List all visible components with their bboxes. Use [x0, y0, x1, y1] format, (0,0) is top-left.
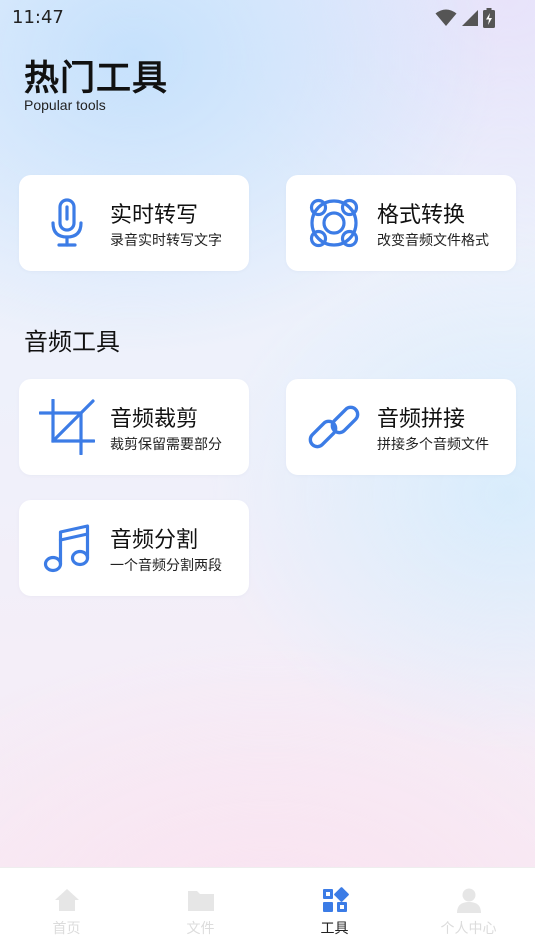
nav-item-files[interactable]: 文件 — [134, 868, 267, 952]
tools-grid-icon — [321, 886, 349, 914]
card-title: 音频裁剪 — [110, 407, 199, 432]
nav-label: 个人中心 — [440, 921, 497, 937]
lifebuoy-icon — [306, 195, 362, 251]
microphone-icon — [39, 195, 95, 251]
nav-item-home[interactable]: 首页 — [0, 868, 133, 952]
card-description: 拼接多个音频文件 — [377, 437, 489, 453]
page-subtitle: Popular tools — [24, 97, 106, 113]
section-title: 音频工具 — [24, 328, 120, 356]
realtime-transcribe-card[interactable]: 实时转写 录音实时转写文字 — [19, 175, 249, 271]
person-icon — [455, 886, 483, 914]
crop-icon — [39, 399, 95, 455]
battery-charging-icon — [483, 8, 495, 28]
card-title: 音频拼接 — [377, 407, 466, 432]
card-description: 裁剪保留需要部分 — [110, 437, 222, 453]
home-icon — [53, 886, 81, 914]
card-title: 格式转换 — [377, 203, 466, 228]
card-title: 实时转写 — [110, 203, 199, 228]
status-bar: 11:47 — [0, 0, 535, 36]
folder-icon — [187, 886, 215, 914]
cellular-signal-icon — [461, 9, 479, 27]
page-title: 热门工具 — [24, 59, 169, 99]
nav-label: 文件 — [186, 921, 215, 937]
nav-item-tools[interactable]: 工具 — [268, 868, 401, 952]
status-time: 11:47 — [12, 7, 64, 28]
card-description: 一个音频分割两段 — [110, 558, 222, 574]
nav-label: 工具 — [320, 921, 349, 937]
status-icons — [435, 8, 495, 28]
card-title: 音频分割 — [110, 528, 199, 553]
audio-split-card[interactable]: 音频分割 一个音频分割两段 — [19, 500, 249, 596]
nav-label: 首页 — [52, 921, 81, 937]
music-note-icon — [39, 520, 95, 576]
format-convert-card[interactable]: 格式转换 改变音频文件格式 — [286, 175, 516, 271]
bottom-nav: 首页 文件 工具 个人中心 — [0, 867, 535, 952]
audio-crop-card[interactable]: 音频裁剪 裁剪保留需要部分 — [19, 379, 249, 475]
nav-item-profile[interactable]: 个人中心 — [402, 868, 535, 952]
card-description: 改变音频文件格式 — [377, 233, 489, 249]
wifi-icon — [435, 9, 457, 27]
audio-merge-card[interactable]: 音频拼接 拼接多个音频文件 — [286, 379, 516, 475]
card-description: 录音实时转写文字 — [110, 233, 222, 249]
link-icon — [306, 399, 362, 455]
